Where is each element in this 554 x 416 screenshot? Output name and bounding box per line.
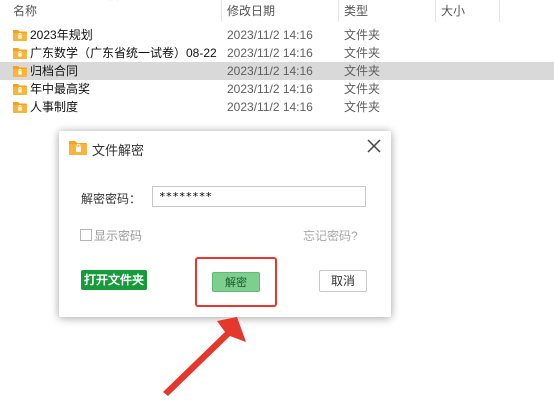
file-type: 文件夹	[344, 28, 381, 42]
password-input[interactable]: ********	[152, 186, 366, 207]
column-header-name[interactable]: 名称	[13, 0, 37, 22]
file-name: 归档合同	[30, 64, 79, 78]
column-separator[interactable]	[435, 0, 436, 22]
locked-folder-icon	[13, 48, 27, 59]
cancel-button[interactable]: 取消	[319, 270, 367, 292]
column-separator[interactable]	[338, 0, 339, 22]
sort-ascending-icon	[110, 0, 118, 1]
show-password-label[interactable]: 显示密码	[94, 227, 142, 244]
decrypt-button-highlight-box	[195, 257, 277, 307]
locked-folder-icon	[13, 30, 27, 41]
file-name: 2023年规划	[30, 28, 93, 42]
file-type: 文件夹	[344, 100, 381, 114]
column-header-type[interactable]: 类型	[344, 0, 368, 22]
show-password-checkbox[interactable]	[80, 229, 92, 241]
file-type: 文件夹	[344, 64, 381, 78]
locked-folder-icon	[69, 141, 87, 155]
file-type: 文件夹	[344, 46, 381, 60]
file-row[interactable]: 广东数学（广东省统一试卷）08-22 2023/11/2 14:16 文件夹	[0, 44, 554, 62]
forgot-password-link[interactable]: 忘记密码?	[303, 227, 358, 244]
locked-folder-icon	[13, 66, 27, 77]
file-name: 年中最高奖	[30, 82, 91, 96]
file-row[interactable]: 2023年规划 2023/11/2 14:16 文件夹	[0, 26, 554, 44]
file-modified-date: 2023/11/2 14:16	[227, 46, 313, 60]
open-folder-button[interactable]: 打开文件夹	[81, 270, 147, 290]
file-modified-date: 2023/11/2 14:16	[227, 64, 313, 78]
locked-folder-icon	[13, 84, 27, 95]
file-modified-date: 2023/11/2 14:16	[227, 28, 313, 42]
column-header-date[interactable]: 修改日期	[227, 0, 275, 22]
locked-folder-icon	[13, 102, 27, 113]
dialog-title: 文件解密	[92, 143, 145, 158]
password-label: 解密密码：	[81, 192, 142, 206]
file-modified-date: 2023/11/2 14:16	[227, 82, 313, 96]
file-row[interactable]: 归档合同 2023/11/2 14:16 文件夹	[0, 62, 554, 80]
file-row[interactable]: 人事制度 2023/11/2 14:16 文件夹	[0, 98, 554, 116]
close-icon[interactable]	[365, 137, 383, 155]
column-header-size[interactable]: 大小	[441, 0, 465, 22]
file-row[interactable]: 年中最高奖 2023/11/2 14:16 文件夹	[0, 80, 554, 98]
column-separator[interactable]	[221, 0, 222, 22]
file-type: 文件夹	[344, 82, 381, 96]
file-name: 人事制度	[30, 100, 79, 114]
file-modified-date: 2023/11/2 14:16	[227, 100, 313, 114]
file-decrypt-dialog: 文件解密 解密密码： ******** 显示密码 忘记密码? 打开文件夹 解密 …	[59, 131, 391, 317]
annotation-arrow-icon	[163, 317, 246, 396]
file-name: 广东数学（广东省统一试卷）08-22	[30, 46, 217, 60]
column-separator[interactable]	[499, 0, 500, 22]
